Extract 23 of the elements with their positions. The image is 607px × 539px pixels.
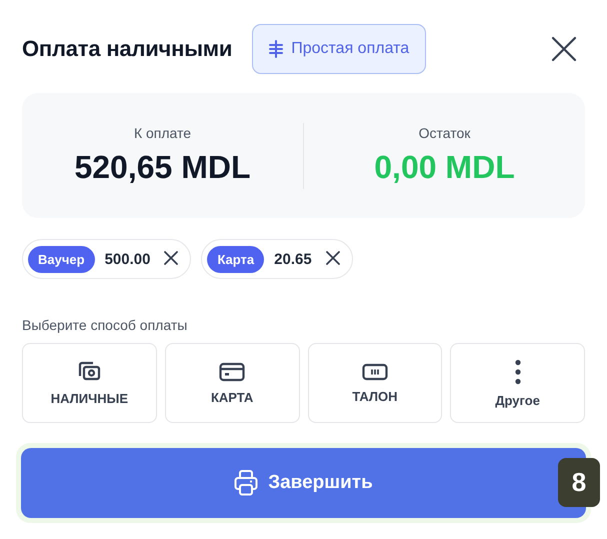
cash-icon xyxy=(77,360,102,382)
amount-value: 0,00 MDL xyxy=(374,149,515,186)
payment-amount: 20.65 xyxy=(274,250,312,268)
shortcut-badge: 8 xyxy=(558,458,600,507)
simple-payment-button[interactable]: Простая оплата xyxy=(252,24,426,74)
amount-value: 520,65 MDL xyxy=(74,149,251,186)
more-icon xyxy=(514,358,522,384)
section-label: Выберите способ оплаты xyxy=(22,317,188,333)
ticket-icon xyxy=(362,362,388,380)
amount-label: К оплате xyxy=(134,125,192,141)
card-icon xyxy=(219,362,246,382)
dialog-title: Оплата наличными xyxy=(22,36,232,62)
amount-label: Остаток xyxy=(418,125,470,141)
payment-method-button[interactable]: Другое xyxy=(450,343,585,423)
printer-icon xyxy=(234,470,258,496)
payment-type-tag: Ваучер xyxy=(28,246,95,272)
filter-lines-icon xyxy=(269,40,284,58)
payment-method-button[interactable]: НАЛИЧНЫЕ xyxy=(22,343,157,423)
payment-method-button[interactable]: КАРТА xyxy=(164,343,300,423)
payment-type-tag: Карта xyxy=(207,246,264,272)
close-button[interactable] xyxy=(551,36,577,62)
payment-amount: 500.00 xyxy=(104,250,150,268)
payment-method-button[interactable]: ТАЛОН xyxy=(308,343,442,423)
